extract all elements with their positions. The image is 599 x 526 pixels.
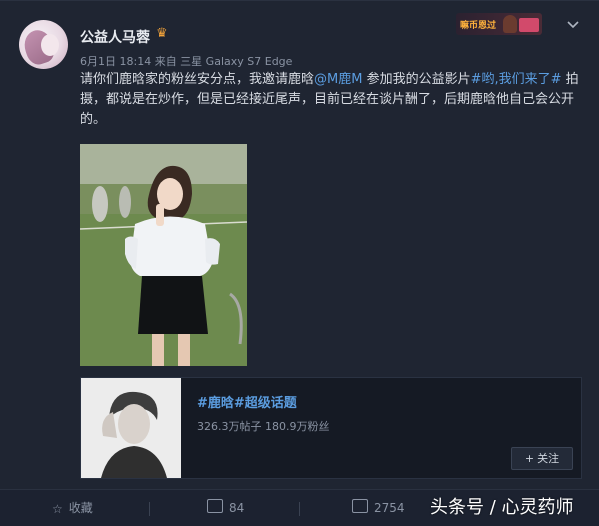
plus-icon: + [524,452,535,465]
avatar-face [41,34,59,56]
post-content: 请你们鹿晗家的粉丝安分点，我邀请鹿晗@M鹿M 参加我的公益影片#哟,我们来了# … [80,70,580,130]
favorite-label: 收藏 [68,501,93,515]
favorite-button[interactable]: ☆ 收藏 [52,499,93,516]
author-avatar[interactable] [19,20,68,69]
repost-icon [207,499,223,513]
post-text-part: 参加我的公益影片 [362,72,471,87]
repost-button[interactable]: 84 [207,499,244,515]
vip-crown-icon[interactable]: ♛ [156,27,172,41]
topic-cover-image[interactable] [81,378,181,478]
hashtag-link[interactable]: #哟,我们来了# [471,72,562,87]
super-topic-card[interactable]: #鹿晗#超级话题 326.3万帖子 180.9万粉丝 + 关注 [80,377,582,479]
weibo-post-card: 公益人马蓉 ♛ 6月1日 18:14 来自 三星 Galaxy S7 Edge … [0,0,599,526]
chevron-down-icon[interactable] [566,18,582,34]
comment-button[interactable]: 2754 [352,499,405,515]
comment-icon [352,499,368,513]
post-meta: 6月1日 18:14 来自 三星 Galaxy S7 Edge [80,55,293,68]
divider [299,502,300,516]
badge-text: 嘛币恩过 [460,21,497,31]
star-icon: ☆ [52,502,63,516]
follow-label: 关注 [537,452,560,465]
decor-badge[interactable]: 嘛币恩过 [456,13,542,35]
mention-link[interactable]: @M鹿M [314,72,362,87]
topic-stats: 326.3万帖子 180.9万粉丝 [197,420,330,433]
post-text-part: 请你们鹿晗家的粉丝安分点，我邀请鹿晗 [80,72,315,87]
badge-figure-icon [503,15,517,33]
comment-count: 2754 [374,501,405,515]
author-name[interactable]: 公益人马蓉 [80,27,150,47]
divider [149,502,150,516]
repost-count: 84 [229,501,245,515]
badge-sign-icon [519,18,539,32]
follow-button[interactable]: + 关注 [511,447,573,470]
topic-title[interactable]: #鹿晗#超级话题 [197,392,297,411]
watermark-text: 头条号 / 心灵药师 [430,497,574,518]
post-photo[interactable] [80,144,247,366]
